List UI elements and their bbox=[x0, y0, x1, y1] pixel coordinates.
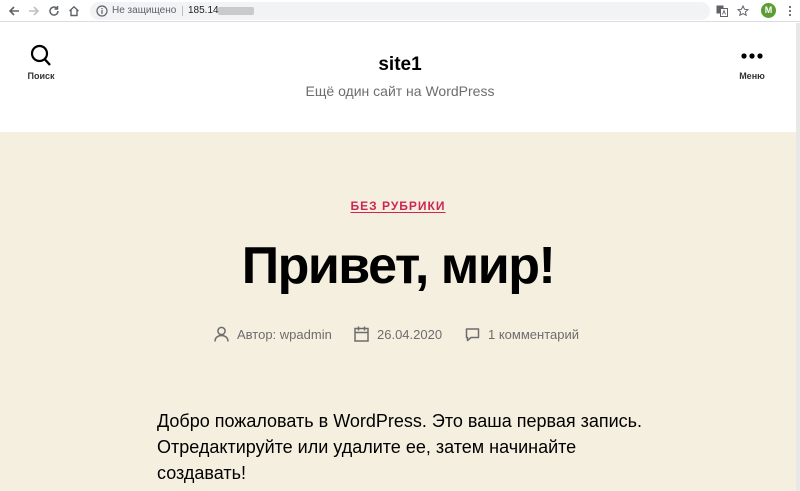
search-icon bbox=[30, 44, 51, 66]
translate-icon bbox=[716, 5, 728, 17]
search-label: Поиск bbox=[27, 71, 55, 81]
bookmark-button[interactable] bbox=[735, 3, 751, 19]
browser-menu-button[interactable] bbox=[782, 3, 798, 19]
post-author: Автор: wpadmin bbox=[214, 324, 332, 344]
category-link[interactable]: БЕЗ РУБРИКИ bbox=[300, 199, 496, 213]
page-scrollbar[interactable] bbox=[796, 23, 800, 491]
more-vertical-icon bbox=[788, 5, 792, 17]
reload-icon bbox=[49, 6, 59, 16]
post-body: Добро пожаловать в WordPress. Это ваша п… bbox=[157, 411, 643, 483]
site-header bbox=[0, 23, 800, 132]
date-link[interactable]: 26.04.2020 bbox=[377, 327, 442, 342]
star-icon bbox=[737, 5, 749, 17]
address-bar[interactable]: Не защищено 185.14 bbox=[90, 2, 710, 20]
site-title[interactable]: site1 bbox=[300, 54, 500, 76]
search-toggle[interactable]: Поиск bbox=[20, 44, 62, 106]
author-link[interactable]: Автор: wpadmin bbox=[237, 327, 332, 342]
redacted-url-part bbox=[218, 7, 254, 15]
arrow-right-icon bbox=[29, 6, 40, 16]
profile-avatar[interactable]: M bbox=[761, 3, 776, 18]
url-text: 185.14 bbox=[188, 5, 219, 16]
back-button[interactable] bbox=[6, 3, 22, 19]
comment-icon bbox=[465, 327, 480, 341]
calendar-icon bbox=[354, 326, 369, 342]
info-icon[interactable] bbox=[96, 5, 108, 17]
security-status: Не защищено bbox=[112, 5, 177, 16]
address-separator bbox=[182, 6, 183, 16]
browser-toolbar: Не защищено 185.14 M bbox=[0, 0, 800, 22]
reload-button[interactable] bbox=[46, 3, 62, 19]
more-horizontal-icon bbox=[741, 52, 763, 59]
home-icon bbox=[69, 5, 79, 17]
translate-button[interactable] bbox=[714, 3, 730, 19]
menu-toggle[interactable]: Меню bbox=[730, 44, 774, 106]
user-icon bbox=[214, 326, 229, 342]
site-description: Ещё один сайт на WordPress bbox=[305, 83, 495, 99]
post-content-area: БЕЗ РУБРИКИ Привет, мир! Автор: wpadmin … bbox=[0, 132, 796, 491]
comments-link[interactable]: 1 комментарий bbox=[488, 327, 579, 342]
arrow-left-icon bbox=[8, 6, 19, 16]
forward-button[interactable] bbox=[26, 3, 42, 19]
home-button[interactable] bbox=[66, 3, 82, 19]
post-comments: 1 комментарий bbox=[465, 324, 579, 344]
post-date: 26.04.2020 bbox=[354, 324, 442, 344]
post-title: Привет, мир! bbox=[241, 237, 556, 295]
menu-label: Меню bbox=[739, 71, 765, 81]
